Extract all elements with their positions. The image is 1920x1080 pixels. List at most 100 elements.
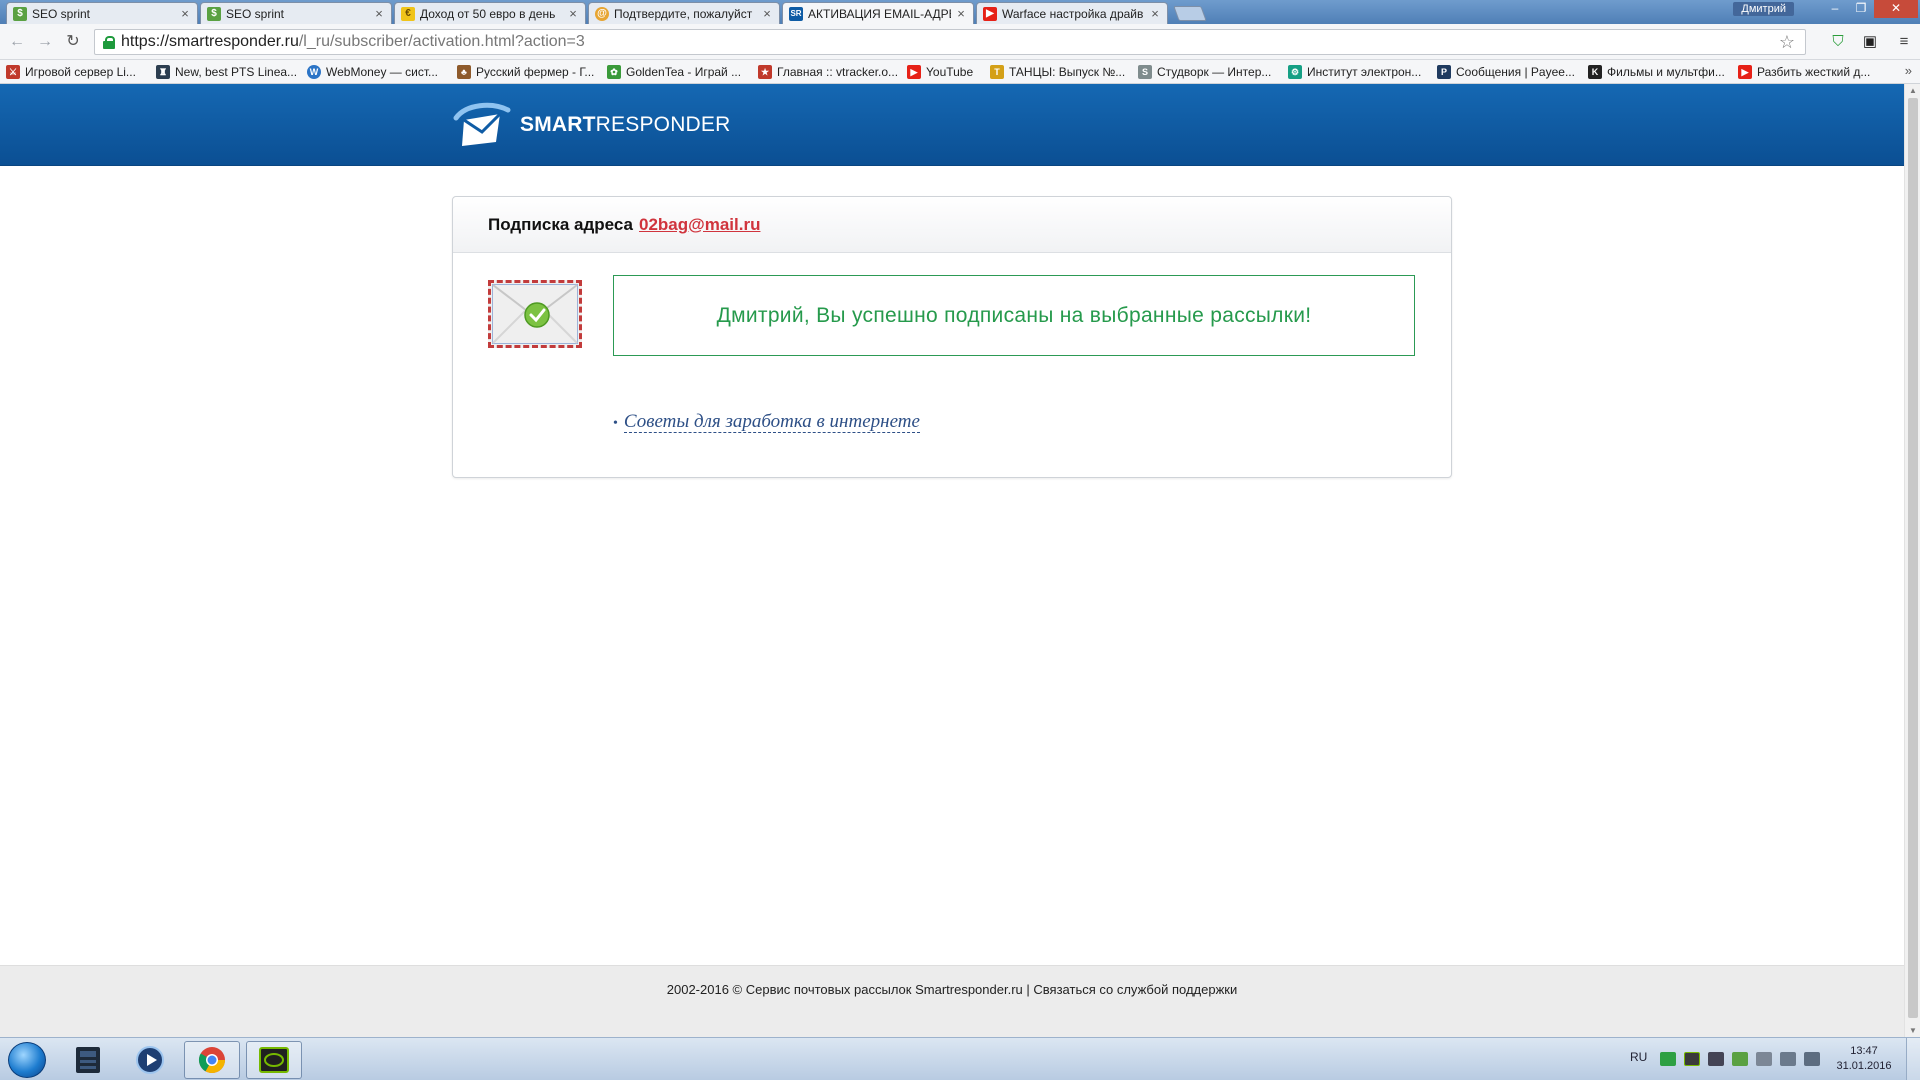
url-path: /l_ru/subscriber/activation.html?action=… <box>298 33 585 50</box>
bookmark-item[interactable]: ♣ Русский фермер - Г... <box>457 64 594 80</box>
scroll-down-icon[interactable]: ▼ <box>1908 1026 1918 1035</box>
reload-icon[interactable]: ↻ <box>62 32 84 52</box>
bookmark-label: Русский фермер - Г... <box>476 65 595 79</box>
tab-seo-sprint-2[interactable]: $ SEO sprint × <box>200 2 392 24</box>
bookmark-label: WebMoney — сист... <box>326 65 439 79</box>
bookmark-label: Студворк — Интер... <box>1157 65 1272 79</box>
nvidia-icon[interactable] <box>246 1041 302 1079</box>
bookmark-item[interactable]: ⚔ Игровой сервер Li... <box>6 64 136 80</box>
tab-warface[interactable]: ▶ Warface настройка драйв × <box>976 2 1168 24</box>
bookmark-item[interactable]: K Фильмы и мультфи... <box>1588 64 1725 80</box>
media-player-icon[interactable] <box>122 1041 178 1079</box>
bookmark-item[interactable]: T ТАНЦЫ: Выпуск №... <box>990 64 1125 80</box>
tea-icon: ✿ <box>607 65 621 79</box>
sr-icon: SR <box>789 6 803 21</box>
network-icon[interactable] <box>1780 1052 1796 1066</box>
bookmark-item[interactable]: ▶ Разбить жесткий д... <box>1738 64 1870 80</box>
maximize-icon[interactable]: ❐ <box>1848 0 1874 18</box>
tab-confirm[interactable]: @ Подтвердите, пожалуйст × <box>588 2 780 24</box>
chevron-right-icon[interactable]: » <box>1905 63 1912 78</box>
castle-icon: ♜ <box>156 65 170 79</box>
bookmark-item[interactable]: ▶ YouTube <box>907 64 973 80</box>
tray-icon[interactable] <box>1756 1052 1772 1066</box>
logo-light: RESPONDER <box>595 113 731 136</box>
tab-title: Warface настройка драйв <box>1002 6 1144 21</box>
minimize-icon[interactable]: – <box>1822 0 1848 18</box>
close-icon[interactable]: × <box>567 6 579 21</box>
envelope-check-icon <box>488 280 582 348</box>
start-button[interactable] <box>8 1042 46 1078</box>
tray-icon[interactable] <box>1708 1052 1724 1066</box>
footer-copyright: 2002-2016 © Сервис почтовых рассылок Sma… <box>666 982 1023 997</box>
payeer-icon: P <box>1437 65 1451 79</box>
bookmark-item[interactable]: W WebMoney — сист... <box>307 64 438 80</box>
email-link[interactable]: 02bag@mail.ru <box>639 215 760 235</box>
bookmark-item[interactable]: ✿ GoldenTea - Играй ... <box>607 64 741 80</box>
heading-prefix: Подписка адреса <box>488 214 634 234</box>
bookmark-label: Фильмы и мультфи... <box>1607 65 1725 79</box>
menu-icon[interactable]: ≡ <box>1894 32 1914 52</box>
bookmarks-bar: ⚔ Игровой сервер Li... ♜ New, best PTS L… <box>0 60 1920 84</box>
studwork-icon: S <box>1138 65 1152 79</box>
bookmark-item[interactable]: ♜ New, best PTS Linea... <box>156 64 297 80</box>
close-icon[interactable]: × <box>1149 6 1161 21</box>
tab-seo-sprint-1[interactable]: $ SEO sprint × <box>6 2 198 24</box>
tray-icon[interactable] <box>1660 1052 1676 1066</box>
institute-icon: ⚙ <box>1288 65 1302 79</box>
bookmark-item[interactable]: ★ Главная :: vtracker.o... <box>758 64 898 80</box>
youtube-icon: ▶ <box>1738 65 1752 79</box>
footer-separator: | <box>1026 982 1030 997</box>
extension-icon[interactable]: ▣ <box>1860 32 1880 52</box>
bookmark-item[interactable]: S Студворк — Интер... <box>1138 64 1271 80</box>
tab-title: SEO sprint <box>32 6 91 21</box>
browser-toolbar: ← → ↻ https://smartresponder.ru/l_ru/sub… <box>0 24 1920 60</box>
tips-row: • Советы для заработка в интернете <box>613 411 920 433</box>
youtube-icon: ▶ <box>983 6 997 21</box>
tips-link[interactable]: Советы для заработка в интернете <box>623 411 920 433</box>
tab-income[interactable]: € Доход от 50 евро в день × <box>394 2 586 24</box>
seo-sprint-icon: $ <box>13 6 27 21</box>
tnt-icon: T <box>990 65 1004 79</box>
close-icon[interactable]: × <box>955 6 967 21</box>
forward-icon[interactable]: → <box>34 32 56 52</box>
windows-taskbar: RU 13:47 31.01.2016 <box>0 1037 1920 1080</box>
system-clock[interactable]: 13:47 31.01.2016 <box>1830 1044 1898 1074</box>
close-icon[interactable]: × <box>179 6 191 21</box>
close-icon[interactable]: × <box>373 6 385 21</box>
tab-title: Доход от 50 евро в день <box>420 6 556 21</box>
address-bar[interactable]: https://smartresponder.ru/l_ru/subscribe… <box>94 29 1806 55</box>
tab-activation[interactable]: SR АКТИВАЦИЯ EMAIL-АДРЕ × <box>782 2 974 24</box>
browser-tab-bar: $ SEO sprint × $ SEO sprint × € Доход от… <box>0 0 1920 24</box>
bookmark-label: Сообщения | Payee... <box>1456 65 1575 79</box>
show-desktop-button[interactable] <box>1906 1038 1920 1080</box>
profile-button[interactable]: Дмитрий <box>1733 2 1794 16</box>
vertical-scrollbar[interactable]: ▲ ▼ <box>1904 84 1920 1037</box>
support-link[interactable]: Связаться со службой поддержки <box>1033 982 1237 997</box>
shield-tray-icon[interactable] <box>1732 1052 1748 1066</box>
nvidia-tray-icon[interactable] <box>1684 1052 1700 1066</box>
back-icon[interactable]: ← <box>6 32 28 52</box>
bookmark-item[interactable]: ⚙ Институт электрон... <box>1288 64 1421 80</box>
scroll-thumb[interactable] <box>1908 98 1918 1018</box>
site-header: SMARTRESPONDER <box>0 84 1904 166</box>
tab-title: SEO sprint <box>226 6 285 21</box>
bookmark-label: ТАНЦЫ: Выпуск №... <box>1009 65 1126 79</box>
new-tab-button[interactable] <box>1173 6 1207 21</box>
bookmark-item[interactable]: P Сообщения | Payee... <box>1437 64 1575 80</box>
language-indicator[interactable]: RU <box>1630 1050 1647 1064</box>
logo-text: SMARTRESPONDER <box>520 113 731 137</box>
volume-icon[interactable] <box>1804 1052 1820 1066</box>
star-icon: ★ <box>758 65 772 79</box>
chrome-icon[interactable] <box>184 1041 240 1079</box>
file-manager-icon[interactable] <box>60 1041 116 1079</box>
scroll-up-icon[interactable]: ▲ <box>1908 86 1918 95</box>
close-window-icon[interactable]: ✕ <box>1874 0 1918 18</box>
farmer-icon: ♣ <box>457 65 471 79</box>
seo-sprint-icon: $ <box>207 6 221 21</box>
close-icon[interactable]: × <box>761 6 773 21</box>
bookmark-star-icon[interactable]: ☆ <box>1779 32 1795 53</box>
bookmark-label: YouTube <box>926 65 974 79</box>
tab-title: АКТИВАЦИЯ EMAIL-АДРЕ <box>808 6 951 21</box>
shield-icon[interactable]: ⛉ <box>1828 32 1848 52</box>
smartresponder-logo[interactable]: SMARTRESPONDER <box>452 100 732 150</box>
